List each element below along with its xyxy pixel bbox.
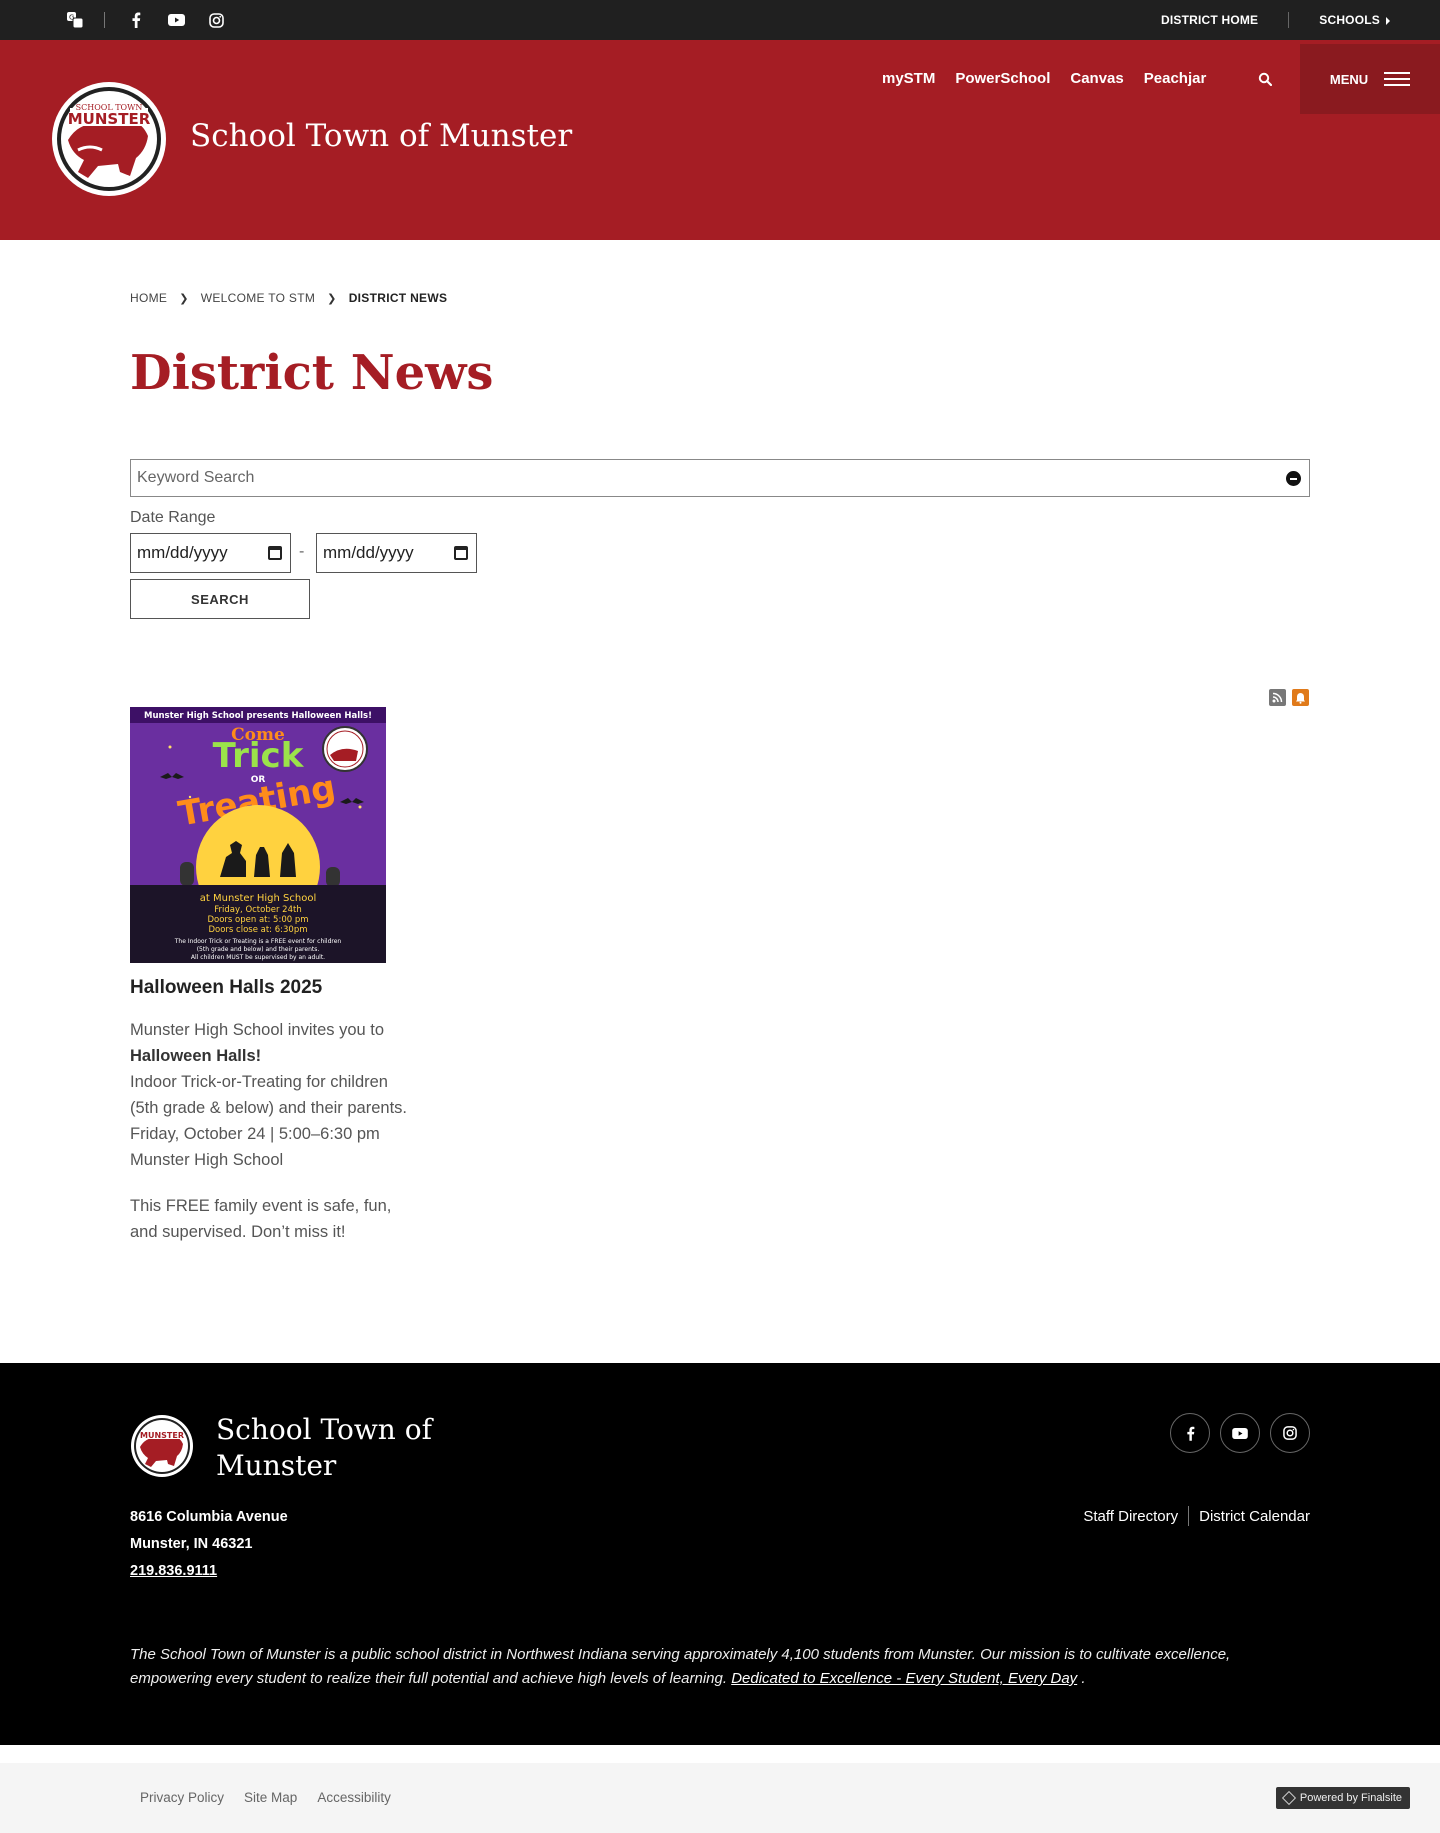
date-to-input[interactable]: mm/dd/yyyy bbox=[316, 533, 477, 573]
calendar-icon[interactable] bbox=[454, 546, 468, 560]
svg-text:G: G bbox=[69, 14, 74, 22]
clear-search-icon[interactable] bbox=[1286, 471, 1301, 486]
divider bbox=[104, 12, 105, 28]
news-item-title[interactable]: Halloween Halls 2025 bbox=[130, 977, 322, 999]
flyer-location: at Munster High School bbox=[200, 893, 316, 904]
instagram-icon[interactable] bbox=[1270, 1413, 1310, 1453]
keyword-search-field bbox=[130, 459, 1310, 497]
facebook-icon[interactable] bbox=[1170, 1413, 1210, 1453]
flyer-fine-2: (5th grade and below) and their parents. bbox=[197, 946, 320, 953]
feed-icons bbox=[1263, 689, 1309, 706]
flyer-date: Friday, October 24th bbox=[214, 905, 301, 915]
schools-dropdown[interactable]: SCHOOLS bbox=[1319, 13, 1390, 27]
facebook-icon[interactable] bbox=[125, 9, 147, 31]
staff-directory-link[interactable]: Staff Directory bbox=[1083, 1508, 1178, 1525]
address-line-2: Munster, IN 46321 bbox=[130, 1536, 253, 1552]
quicklink-powerschool[interactable]: PowerSchool bbox=[955, 70, 1050, 87]
breadcrumb-welcome[interactable]: WELCOME TO STM bbox=[201, 291, 315, 305]
site-title[interactable]: School Town of Munster bbox=[190, 118, 572, 154]
quicklink-canvas[interactable]: Canvas bbox=[1070, 70, 1123, 87]
date-separator: - bbox=[299, 543, 305, 560]
mission-statement: The School Town of Munster is a public s… bbox=[130, 1643, 1310, 1691]
schools-label: SCHOOLS bbox=[1319, 13, 1380, 27]
district-calendar-link[interactable]: District Calendar bbox=[1199, 1508, 1310, 1525]
youtube-icon[interactable] bbox=[1220, 1413, 1260, 1453]
quick-links: mySTM PowerSchool Canvas Peachjar bbox=[882, 70, 1226, 87]
quicklink-mystm[interactable]: mySTM bbox=[882, 70, 935, 87]
legal-links: Privacy Policy Site Map Accessibility bbox=[140, 1790, 411, 1805]
flyer-close: Doors close at: 6:30pm bbox=[208, 925, 307, 935]
divider bbox=[1188, 1506, 1190, 1526]
footer-title[interactable]: School Town of Munster bbox=[216, 1412, 496, 1484]
news-closing: This FREE family event is safe, fun, and… bbox=[130, 1197, 392, 1241]
breadcrumb-home[interactable]: HOME bbox=[130, 291, 167, 305]
utility-icons: G bbox=[64, 9, 245, 31]
district-home-link[interactable]: DISTRICT HOME bbox=[1161, 13, 1258, 27]
flyer-trick: Trick bbox=[213, 736, 305, 776]
date-from-value: mm/dd/yyyy bbox=[137, 543, 228, 562]
footer-logo[interactable]: MUNSTER bbox=[130, 1414, 194, 1478]
hamburger-icon bbox=[1384, 68, 1411, 90]
address-line-1: 8616 Columbia Avenue bbox=[130, 1509, 288, 1525]
site-footer: MUNSTER School Town of Munster 8616 Colu… bbox=[0, 1363, 1440, 1745]
keyword-search-input[interactable] bbox=[131, 460, 1309, 496]
phone-link[interactable]: 219.836.9111 bbox=[130, 1558, 288, 1585]
utility-bar: G DISTRICT HOME SCHOOLS bbox=[0, 0, 1440, 40]
finalsite-icon bbox=[1281, 1790, 1296, 1806]
news-line-3: Munster High School bbox=[130, 1151, 284, 1169]
news-paragraph: Munster High School invites you to Hallo… bbox=[130, 1017, 415, 1173]
footer-links: Staff Directory District Calendar bbox=[1083, 1506, 1310, 1526]
menu-button[interactable]: MENU bbox=[1300, 44, 1440, 114]
news-intro-bold: Halloween Halls! bbox=[130, 1047, 262, 1065]
rss-icon[interactable] bbox=[1269, 689, 1286, 706]
privacy-policy-link[interactable]: Privacy Policy bbox=[140, 1790, 224, 1805]
news-line-1: Indoor Trick-or-Treating for children (5… bbox=[130, 1073, 407, 1117]
news-item-image[interactable]: Munster High School presents Halloween H… bbox=[130, 707, 386, 963]
mission-end: . bbox=[1077, 1670, 1086, 1687]
news-item-body: Munster High School invites you to Hallo… bbox=[130, 1017, 415, 1245]
chevron-right-icon: ❯ bbox=[327, 292, 337, 305]
flyer-open: Doors open at: 5:00 pm bbox=[207, 915, 308, 925]
caret-right-icon bbox=[1386, 16, 1390, 25]
date-range-label: Date Range bbox=[130, 509, 216, 526]
youtube-icon[interactable] bbox=[165, 9, 187, 31]
footer-logo-text: MUNSTER bbox=[140, 1431, 184, 1440]
flyer-fine-3: All children MUST be supervised by an ad… bbox=[191, 954, 325, 961]
district-logo[interactable]: SCHOOL TOWN MUNSTER bbox=[50, 80, 168, 198]
notification-bell-icon[interactable] bbox=[1292, 689, 1309, 706]
flyer-banner: Munster High School presents Halloween H… bbox=[144, 711, 372, 721]
page-title: District News bbox=[130, 345, 494, 401]
site-header: SCHOOL TOWN MUNSTER School Town of Munst… bbox=[0, 40, 1440, 240]
breadcrumb: HOME ❯ WELCOME TO STM ❯ DISTRICT NEWS bbox=[130, 291, 447, 305]
mission-link[interactable]: Dedicated to Excellence - Every Student,… bbox=[731, 1670, 1077, 1687]
site-map-link[interactable]: Site Map bbox=[244, 1790, 297, 1805]
search-icon[interactable] bbox=[1253, 67, 1277, 91]
footer-address: 8616 Columbia Avenue Munster, IN 46321 2… bbox=[130, 1504, 288, 1585]
bottom-bar: Privacy Policy Site Map Accessibility Po… bbox=[0, 1763, 1440, 1833]
chevron-right-icon: ❯ bbox=[179, 292, 189, 305]
utility-links: DISTRICT HOME SCHOOLS bbox=[1161, 0, 1390, 40]
calendar-icon[interactable] bbox=[268, 546, 282, 560]
translate-icon[interactable]: G bbox=[64, 9, 86, 31]
menu-label: MENU bbox=[1329, 71, 1369, 87]
breadcrumb-current: DISTRICT NEWS bbox=[348, 291, 448, 305]
footer-social bbox=[1170, 1413, 1320, 1453]
date-to-value: mm/dd/yyyy bbox=[323, 543, 414, 562]
news-intro: Munster High School invites you to bbox=[130, 1021, 385, 1039]
instagram-icon[interactable] bbox=[205, 9, 227, 31]
logo-text-main: MUNSTER bbox=[68, 110, 151, 128]
accessibility-link[interactable]: Accessibility bbox=[317, 1790, 391, 1805]
powered-by-text: Powered by Finalsite bbox=[1299, 1792, 1402, 1804]
divider bbox=[1288, 12, 1290, 28]
flyer-fine-1: The Indoor Trick or Treating is a FREE e… bbox=[174, 938, 342, 945]
powered-by-badge[interactable]: Powered by Finalsite bbox=[1275, 1787, 1410, 1809]
quicklink-peachjar[interactable]: Peachjar bbox=[1144, 70, 1207, 87]
search-button[interactable]: SEARCH bbox=[130, 579, 310, 619]
date-from-input[interactable]: mm/dd/yyyy bbox=[130, 533, 291, 573]
news-line-2: Friday, October 24 | 5:00–6:30 pm bbox=[130, 1125, 380, 1143]
